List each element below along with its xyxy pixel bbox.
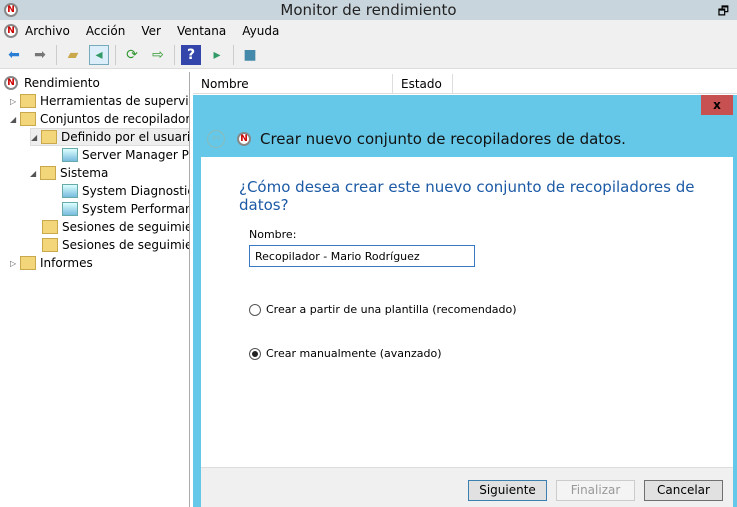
- refresh-icon[interactable]: ⟳: [122, 45, 142, 65]
- next-button[interactable]: Siguiente: [468, 480, 547, 501]
- wizard-dialog: x ⇦ N Crear nuevo conjunto de recopilado…: [193, 95, 737, 507]
- tree-item-system-performance[interactable]: System Performance: [62, 200, 189, 218]
- separator: [115, 45, 116, 65]
- tree-label: Informes: [40, 256, 93, 270]
- radio-template[interactable]: Crear a partir de una plantilla (recomen…: [249, 303, 517, 316]
- folder-icon: [20, 94, 36, 108]
- expand-icon[interactable]: ▷: [10, 97, 20, 106]
- dialog-close-button[interactable]: x: [701, 95, 733, 115]
- performance-icon: N: [237, 132, 251, 146]
- separator: [174, 45, 175, 65]
- collapse-icon[interactable]: ◢: [10, 115, 20, 124]
- collapse-icon[interactable]: ◢: [30, 169, 40, 178]
- tree-label: System Performance: [82, 202, 189, 216]
- export-list-icon[interactable]: ⇨: [148, 45, 168, 65]
- navigation-tree: N Rendimiento ▷ Herramientas de supervisió…: [0, 72, 190, 507]
- help-icon[interactable]: ?: [181, 45, 201, 65]
- question-heading: ¿Cómo desea crear este nuevo conjunto de…: [239, 178, 695, 214]
- name-input[interactable]: [249, 245, 475, 267]
- tree-item-sistema[interactable]: ◢ Sistema: [30, 164, 108, 182]
- trace-folder-icon: [42, 220, 58, 234]
- tree-label: Rendimiento: [24, 76, 100, 90]
- tree-item-sesiones-seguimiento[interactable]: Sesiones de seguimiento de eventos: [42, 218, 189, 236]
- radio-button[interactable]: [249, 303, 261, 316]
- folder-icon: [20, 112, 36, 126]
- toolbar: ⬅ ➡ ▰ ◂ ⟳ ⇨ ? ▸ ■: [0, 42, 737, 69]
- tree-label: Server Manager Performance: [82, 148, 189, 162]
- radio-manual[interactable]: Crear manualmente (avanzado): [249, 347, 442, 360]
- tree-label: Definido por el usuario: [61, 130, 190, 144]
- tree-item-informes[interactable]: ▷ Informes: [10, 254, 93, 272]
- radio-label: Crear manualmente (avanzado): [266, 347, 442, 360]
- separator: [56, 45, 57, 65]
- system-menu-icon[interactable]: N: [4, 24, 18, 38]
- finish-button[interactable]: Finalizar: [556, 480, 635, 501]
- column-estado[interactable]: Estado: [393, 74, 453, 93]
- tree-label: Sesiones de seguimiento de eventos de in…: [62, 238, 189, 252]
- forward-icon[interactable]: ➡: [30, 45, 50, 65]
- tree-item-conjuntos[interactable]: ◢ Conjuntos de recopiladores: [10, 110, 190, 128]
- separator: [233, 45, 234, 65]
- show-action-pane-icon[interactable]: ▸: [207, 45, 227, 65]
- cancel-button[interactable]: Cancelar: [644, 480, 723, 501]
- user-folder-icon: [41, 130, 57, 144]
- tree-item-sesiones-inicio[interactable]: Sesiones de seguimiento de eventos de in…: [42, 236, 189, 254]
- menu-bar: N Archivo Acción Ver Ventana Ayuda: [0, 20, 737, 42]
- column-nombre[interactable]: Nombre: [193, 74, 393, 93]
- dialog-content: ¿Cómo desea crear este nuevo conjunto de…: [201, 157, 733, 467]
- radio-button-selected[interactable]: [249, 347, 261, 360]
- tree-item-system-diagnostics[interactable]: System Diagnostics: [62, 182, 190, 200]
- tree-item-definido-usuario[interactable]: ◢ Definido por el usuario: [30, 128, 190, 146]
- trace-folder-icon: [42, 238, 58, 252]
- back-arrow-icon[interactable]: ⇦: [207, 130, 225, 148]
- tree-label: System Diagnostics: [82, 184, 190, 198]
- dialog-title: Crear nuevo conjunto de recopiladores de…: [260, 130, 626, 148]
- dialog-footer: Siguiente Finalizar Cancelar: [201, 467, 733, 507]
- list-header: Nombre Estado: [193, 74, 737, 94]
- tree-item-server-manager[interactable]: Server Manager Performance: [62, 146, 189, 164]
- tree-item-rendimiento[interactable]: N Rendimiento: [4, 74, 100, 92]
- collector-set-icon: [62, 184, 78, 198]
- show-hide-console-icon[interactable]: ◂: [89, 45, 109, 65]
- expand-icon[interactable]: ▷: [10, 259, 20, 268]
- back-icon[interactable]: ⬅: [4, 45, 24, 65]
- window-title: Monitor de rendimiento: [280, 1, 457, 19]
- collapse-icon[interactable]: ◢: [31, 133, 41, 142]
- tree-label: Herramientas de supervisión: [40, 94, 189, 108]
- radio-label: Crear a partir de una plantilla (recomen…: [266, 303, 517, 316]
- reports-folder-icon: [20, 256, 36, 270]
- collector-set-icon: [62, 148, 78, 162]
- up-folder-icon[interactable]: ▰: [63, 45, 83, 65]
- tree-item-herramientas[interactable]: ▷ Herramientas de supervisión: [10, 92, 189, 110]
- menu-accion[interactable]: Acción: [86, 24, 125, 38]
- tree-label: Conjuntos de recopiladores: [40, 112, 190, 126]
- menu-ver[interactable]: Ver: [141, 24, 161, 38]
- title-bar: N Monitor de rendimiento 🗗: [0, 0, 737, 20]
- system-folder-icon: [40, 166, 56, 180]
- performance-icon: N: [4, 76, 18, 90]
- name-label: Nombre:: [249, 228, 297, 241]
- collector-set-icon: [62, 202, 78, 216]
- menu-ayuda[interactable]: Ayuda: [242, 24, 279, 38]
- menu-ventana[interactable]: Ventana: [177, 24, 226, 38]
- new-collector-icon[interactable]: ■: [240, 45, 260, 65]
- tree-label: Sesiones de seguimiento de eventos: [62, 220, 189, 234]
- menu-archivo[interactable]: Archivo: [25, 24, 70, 38]
- tree-label: Sistema: [60, 166, 109, 180]
